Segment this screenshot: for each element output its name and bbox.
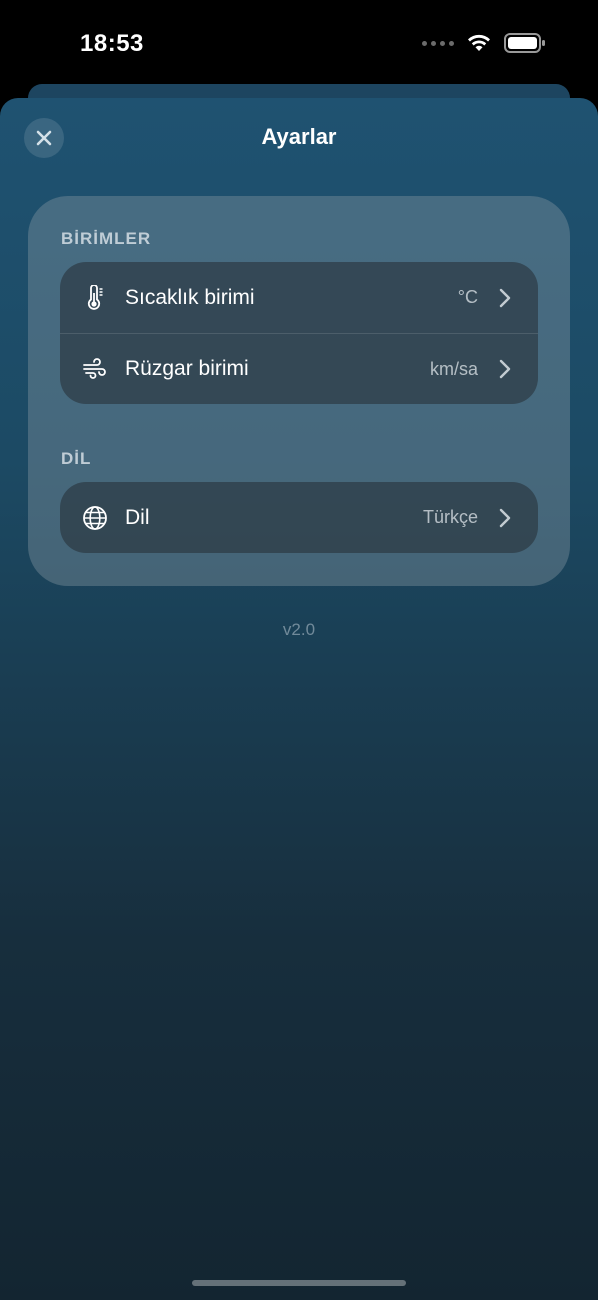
page-title: Ayarlar [261, 124, 337, 149]
settings-card: BİRİMLER Sıcaklık birimi °C Rüzgar birim… [28, 196, 570, 586]
status-icons [422, 32, 546, 54]
temperature-unit-value: °C [457, 287, 478, 307]
temperature-unit-label: Sıcaklık birimi [125, 285, 255, 309]
chevron-right-icon [499, 508, 511, 527]
signal-dots-icon [422, 40, 454, 46]
units-group: Sıcaklık birimi °C Rüzgar birimi km/sa [60, 262, 538, 404]
language-row[interactable]: Dil Türkçe [60, 482, 538, 553]
status-bar: 18:53 [0, 0, 598, 90]
status-time: 18:53 [80, 30, 144, 57]
wifi-icon [468, 34, 490, 51]
language-group: Dil Türkçe [60, 482, 538, 553]
language-label: Dil [125, 505, 150, 529]
section-label-units: BİRİMLER [61, 229, 152, 248]
version-label: v2.0 [282, 620, 316, 639]
wind-unit-row[interactable]: Rüzgar birimi km/sa [60, 333, 538, 404]
section-label-language: DİL [61, 449, 92, 468]
chevron-right-icon [499, 359, 511, 379]
language-value: Türkçe [422, 507, 478, 527]
settings-sheet: Ayarlar BİRİMLER Sıcaklık birimi °C Rüzg… [0, 98, 598, 1300]
battery-icon [504, 33, 545, 53]
wind-icon [82, 356, 108, 382]
home-indicator[interactable] [192, 1280, 406, 1286]
wind-unit-label: Rüzgar birimi [125, 357, 249, 380]
chevron-right-icon [499, 288, 511, 307]
globe-icon [82, 505, 108, 531]
wind-unit-value: km/sa [429, 358, 478, 379]
thermometer-icon [82, 284, 108, 311]
temperature-unit-row[interactable]: Sıcaklık birimi °C [60, 262, 538, 333]
